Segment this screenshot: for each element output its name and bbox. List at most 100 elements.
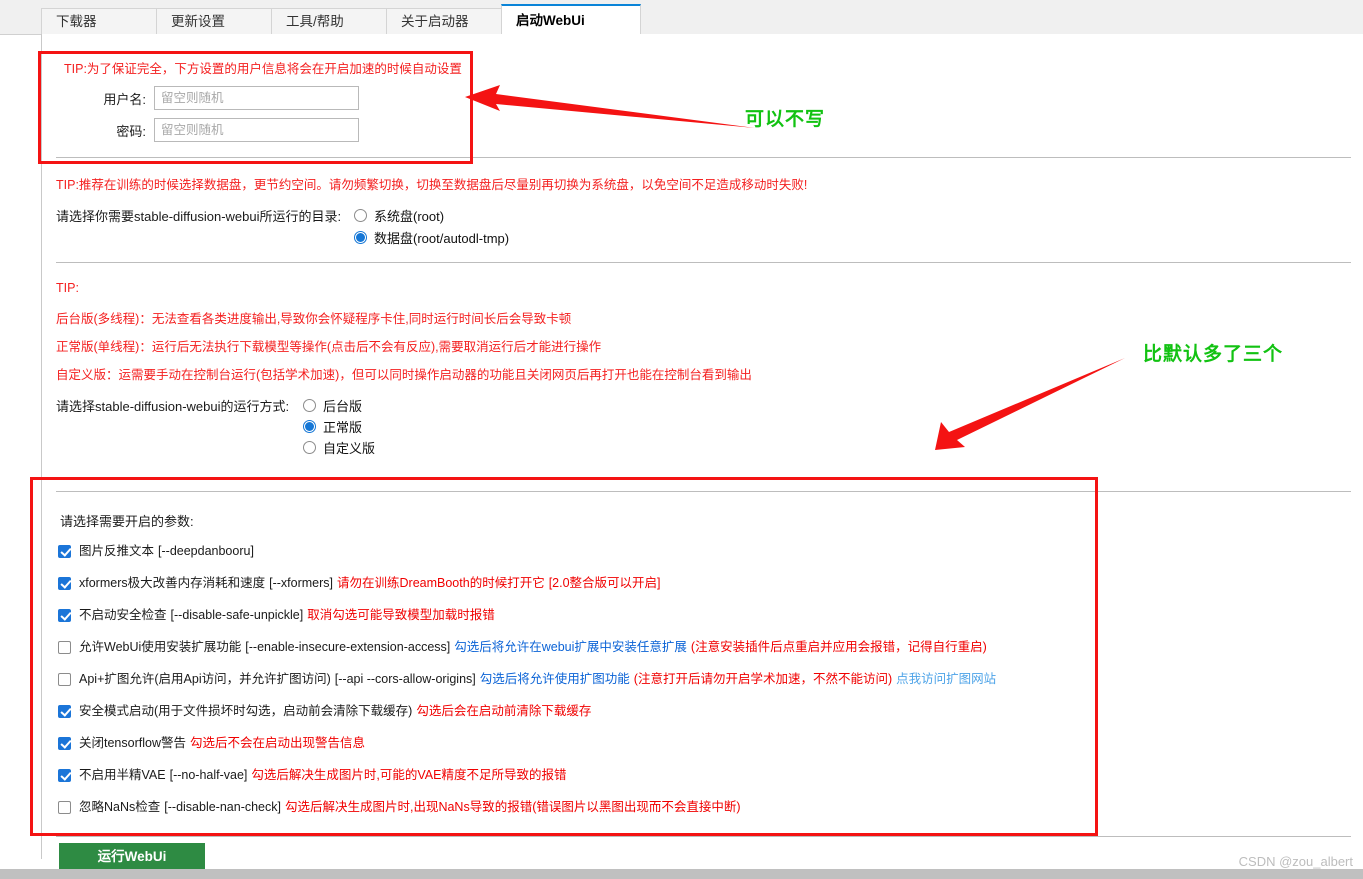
param-label-part: 勾选后将允许在webui扩展中安装任意扩展	[454, 640, 687, 654]
param-checkbox-row[interactable]: 不启用半精VAE [--no-half-vae] 勾选后解决生成图片时,可能的VAE…	[58, 767, 570, 783]
param-label-part: 忽略NaNs检查	[79, 800, 161, 814]
radio-icon-checked	[303, 420, 316, 433]
annotation-note-top: 可以不写	[745, 109, 826, 130]
radio-dir-system[interactable]: 系统盘(root)	[354, 206, 444, 225]
param-checkbox-row[interactable]: 允许WebUi使用安装扩展功能 [--enable-insecure-extens…	[58, 639, 991, 655]
radio-dir-data[interactable]: 数据盘(root/autodl-tmp)	[354, 228, 509, 247]
param-label-part: [2.0整合版可以开启]	[548, 576, 661, 590]
checkbox-icon-checked[interactable]	[58, 704, 71, 718]
dir-prompt: 请选择你需要stable-diffusion-webui所运行的目录:	[56, 209, 342, 224]
param-label-part: 勾选后解决生成图片时,可能的VAE精度不足所导致的报错	[251, 768, 567, 782]
checkbox-icon-checked[interactable]	[58, 608, 71, 622]
param-label-part: 图片反推文本	[79, 544, 155, 558]
radio-icon-checked	[354, 231, 367, 244]
radio-mode-background[interactable]: 后台版	[303, 396, 362, 415]
radio-mode-custom[interactable]: 自定义版	[303, 438, 375, 457]
param-label-part: 取消勾选可能导致模型加载时报错	[307, 608, 495, 622]
param-checkbox-label: 图片反推文本 [--deepdanbooru]	[79, 543, 258, 559]
param-checkbox-label: 忽略NaNs检查 [--disable-nan-check] 勾选后解决生成图片时,…	[79, 799, 745, 815]
param-checkbox-label: 允许WebUi使用安装扩展功能 [--enable-insecure-extens…	[79, 639, 991, 655]
tab-start-webui[interactable]: 启动WebUi	[501, 4, 641, 34]
param-label-part: 勾选后不会在启动出现警告信息	[189, 736, 365, 750]
param-label-part: [--no-half-vae]	[169, 768, 248, 782]
param-label-part[interactable]: 点我访问扩图网站	[896, 672, 996, 686]
param-label-part: (注意打开后请勿开启学术加速，不然不能访问)	[633, 672, 893, 686]
checkbox-icon-unchecked[interactable]	[58, 672, 71, 686]
checkbox-icon-checked[interactable]	[58, 576, 71, 590]
param-checkbox-label: 不启用半精VAE [--no-half-vae] 勾选后解决生成图片时,可能的VAE…	[79, 767, 570, 783]
annotation-note-bottom: 比默认多了三个	[1143, 344, 1284, 365]
checkbox-icon-unchecked[interactable]	[58, 800, 71, 814]
run-webui-button[interactable]: 运行WebUi	[59, 843, 205, 870]
param-label-part: (注意安装插件后点重启并应用会报错，记得自行重启)	[690, 640, 987, 654]
tab-about-launcher[interactable]: 关于启动器	[386, 8, 501, 34]
radio-dir-system-label: 系统盘(root)	[374, 209, 445, 224]
username-input[interactable]	[154, 86, 359, 110]
param-checkbox-row[interactable]: 图片反推文本 [--deepdanbooru]	[58, 543, 258, 559]
divider-1	[56, 157, 1351, 158]
username-label: 用户名:	[103, 91, 146, 107]
radio-mode-normal[interactable]: 正常版	[303, 417, 362, 436]
radio-icon-unchecked	[354, 209, 367, 222]
password-input[interactable]	[154, 118, 359, 142]
tab-update-settings[interactable]: 更新设置	[156, 8, 271, 34]
param-label-part: [--disable-safe-unpickle]	[170, 608, 304, 622]
param-label-part: 勾选后解决生成图片时,出现NaNs导致的报错(错误图片以黑图出现而不会直接中断)	[284, 800, 741, 814]
tab-tools-help[interactable]: 工具/帮助	[271, 8, 386, 34]
param-checkbox-label: 不启动安全检查 [--disable-safe-unpickle] 取消勾选可能导致…	[79, 607, 499, 623]
param-label-part: [--enable-insecure-extension-access]	[245, 640, 451, 654]
dir-tip: TIP:推荐在训练的时候选择数据盘，更节约空间。请勿频繁切换，切换至数据盘后尽量…	[56, 178, 808, 192]
param-label-part: 勾选后将允许使用扩图功能	[479, 672, 630, 686]
radio-icon-unchecked	[303, 441, 316, 454]
bottom-bar	[0, 869, 1363, 879]
mode-prompt: 请选择stable-diffusion-webui的运行方式:	[56, 399, 290, 414]
params-prompt: 请选择需要开启的参数:	[60, 514, 194, 529]
param-label-part: Api+扩图允许(启用Api访问，并允许扩图访问)	[79, 672, 331, 686]
radio-mode-background-label: 后台版	[323, 399, 363, 414]
param-label-part: 勾选后会在启动前清除下载缓存	[416, 704, 592, 718]
param-checkbox-label: 安全模式启动(用于文件损坏时勾选，启动前会清除下载缓存) 勾选后会在启动前清除下载…	[79, 703, 595, 719]
radio-dir-data-label: 数据盘(root/autodl-tmp)	[374, 231, 510, 246]
watermark: CSDN @zou_albert	[1238, 854, 1353, 869]
password-row: 密码:	[64, 118, 359, 142]
param-checkbox-row[interactable]: 关闭tensorflow警告 勾选后不会在启动出现警告信息	[58, 735, 369, 751]
divider-4	[56, 836, 1351, 837]
checkbox-icon-unchecked[interactable]	[58, 640, 71, 654]
radio-icon-unchecked	[303, 399, 316, 412]
param-label-part: 关闭tensorflow警告	[79, 736, 186, 750]
param-checkbox-row[interactable]: Api+扩图允许(启用Api访问，并允许扩图访问) [--api --cors-a…	[58, 671, 1000, 687]
divider-2	[56, 262, 1351, 263]
param-checkbox-row[interactable]: xformers极大改善内存消耗和速度 [--xformers] 请勿在训练Drea…	[58, 575, 665, 591]
checkbox-icon-checked[interactable]	[58, 768, 71, 782]
auth-tip: TIP:为了保证完全，下方设置的用户信息将会在开启加速的时候自动设置	[64, 62, 462, 76]
param-checkbox-label: 关闭tensorflow警告 勾选后不会在启动出现警告信息	[79, 735, 369, 751]
radio-mode-normal-label: 正常版	[323, 420, 363, 435]
radio-mode-custom-label: 自定义版	[323, 441, 376, 456]
checkbox-icon-checked[interactable]	[58, 736, 71, 750]
param-checkbox-row[interactable]: 不启动安全检查 [--disable-safe-unpickle] 取消勾选可能导致…	[58, 607, 499, 623]
param-label-part: 允许WebUi使用安装扩展功能	[79, 640, 242, 654]
param-label-part: [--deepdanbooru]	[158, 544, 254, 558]
param-label-part: 不启动安全检查	[79, 608, 167, 622]
param-label-part: xformers极大改善内存消耗和速度	[79, 576, 266, 590]
password-label: 密码:	[116, 123, 146, 139]
checkbox-icon-checked[interactable]	[58, 544, 71, 558]
param-checkbox-label: xformers极大改善内存消耗和速度 [--xformers] 请勿在训练Drea…	[79, 575, 665, 591]
tab-downloader[interactable]: 下载器	[41, 8, 156, 34]
param-label-part: 安全模式启动(用于文件损坏时勾选，启动前会清除下载缓存)	[79, 704, 413, 718]
param-label-part: [--disable-nan-check]	[164, 800, 281, 814]
param-checkbox-row[interactable]: 安全模式启动(用于文件损坏时勾选，启动前会清除下载缓存) 勾选后会在启动前清除下载…	[58, 703, 595, 719]
param-label-part: 请勿在训练DreamBooth的时候打开它	[337, 576, 545, 590]
mode-tip-line-1: 后台版(多线程)：无法查看各类进度输出,导致你会怀疑程序卡住,同时运行时间长后会…	[56, 312, 572, 326]
mode-tip-line-3: 自定义版：运需要手动在控制台运行(包括学术加速)，但可以同时操作启动器的功能且关…	[56, 368, 752, 382]
mode-tip-title: TIP:	[56, 281, 79, 295]
param-label-part: 不启用半精VAE	[79, 768, 166, 782]
tab-strip: 下载器 更新设置 工具/帮助 关于启动器 启动WebUi	[0, 0, 1363, 35]
param-checkbox-label: Api+扩图允许(启用Api访问，并允许扩图访问) [--api --cors-a…	[79, 671, 1000, 687]
divider-3	[56, 491, 1351, 492]
tab-list: 下载器 更新设置 工具/帮助 关于启动器 启动WebUi	[41, 4, 641, 34]
param-checkbox-row[interactable]: 忽略NaNs检查 [--disable-nan-check] 勾选后解决生成图片时,…	[58, 799, 745, 815]
mode-tip-line-2: 正常版(单线程)：运行后无法执行下载模型等操作(点击后不会有反应),需要取消运行…	[56, 340, 602, 354]
username-row: 用户名:	[64, 86, 359, 110]
param-label-part: [--api --cors-allow-origins]	[334, 672, 476, 686]
